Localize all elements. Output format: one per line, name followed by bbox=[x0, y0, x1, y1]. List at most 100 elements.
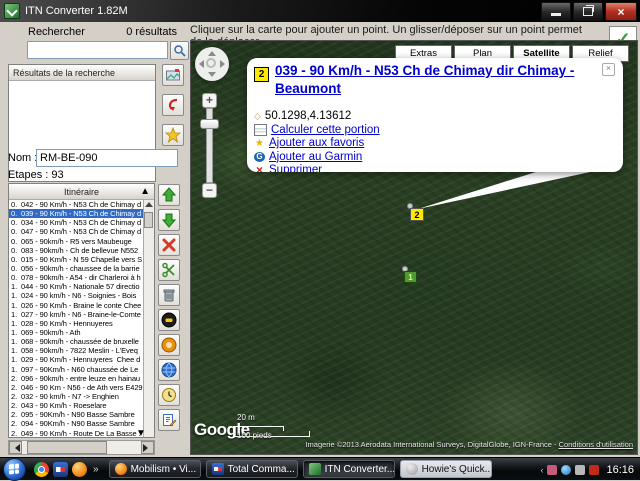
pan-down-icon[interactable] bbox=[208, 72, 216, 77]
speed-camera-dark-button[interactable] bbox=[158, 309, 180, 331]
itinerary-row[interactable]: 0. 056 - 90km/h - chaussee de la barrie bbox=[9, 264, 144, 273]
cut-route-button[interactable] bbox=[158, 259, 180, 281]
reverse-route-button[interactable] bbox=[162, 94, 184, 116]
sort-desc-icon[interactable]: ▼ bbox=[136, 428, 146, 439]
itinerary-row[interactable]: 1. 044 - 90 Km/h - Nationale 57 directio bbox=[9, 282, 144, 291]
sort-asc-icon[interactable]: ▲ bbox=[140, 186, 150, 197]
taskbar-task-button[interactable]: Total Comma... bbox=[206, 460, 298, 478]
itinerary-row[interactable]: 1. 097 - 90Km/h - N60 chaussée de Le bbox=[9, 365, 144, 374]
route-name-input[interactable] bbox=[36, 149, 178, 167]
itinerary-row[interactable]: 2. 032 - 90 km/h - N7 -> Enghien bbox=[9, 392, 144, 401]
scroll-left-button[interactable] bbox=[9, 441, 22, 454]
itinerary-row[interactable]: 0. 042 - 90 Km/h - N53 Ch de Chimay d bbox=[9, 200, 144, 209]
tray-icon-3[interactable] bbox=[575, 465, 585, 475]
itinerary-row[interactable]: 2. 096 - 90km/h - entre leuze en hainau bbox=[9, 374, 144, 383]
pan-left-icon[interactable] bbox=[199, 60, 204, 68]
itinerary-row[interactable]: 2. 049 - 90 Km/h - Route De La Basse : bbox=[9, 429, 144, 437]
reverse-route-icon bbox=[165, 97, 181, 113]
itinerary-row[interactable]: 1. 029 - 90 Km/h - Hennuyeres Chee d bbox=[9, 355, 144, 364]
speed-camera-dark-icon bbox=[161, 312, 177, 328]
itinerary-horizontal-scrollbar[interactable] bbox=[8, 440, 155, 455]
clock-button[interactable] bbox=[158, 384, 180, 406]
itinerary-row[interactable]: 0. 083 - 90km/h - Ch de bellevue N552 bbox=[9, 246, 144, 255]
bubble-action-link[interactable]: Ajouter au Garmin bbox=[269, 151, 362, 163]
chrome-quicklaunch-icon[interactable] bbox=[34, 462, 49, 477]
zoom-in-button[interactable]: + bbox=[202, 93, 217, 108]
search-button[interactable] bbox=[170, 41, 189, 60]
taskbar-clock: 16:16 bbox=[606, 464, 634, 476]
total-commander-quicklaunch-icon[interactable] bbox=[53, 462, 68, 477]
move-up-button[interactable] bbox=[158, 184, 180, 206]
itinerary-row[interactable]: 2. 046 - 90 Km - N56 - de Ath vers E429 bbox=[9, 383, 144, 392]
start-button[interactable] bbox=[3, 458, 26, 481]
itinerary-row[interactable]: 2. 043 - 90 Km/h - Roeselare bbox=[9, 401, 144, 410]
tray-expand-icon[interactable] bbox=[540, 465, 543, 475]
itinerary-row[interactable]: 0. 065 - 90km/h - R5 vers Maubeuge bbox=[9, 237, 144, 246]
pan-up-icon[interactable] bbox=[208, 51, 216, 56]
tray-icon-4[interactable] bbox=[589, 465, 599, 475]
hscrollbar-thumb[interactable] bbox=[27, 441, 107, 454]
itinerary-row[interactable]: 0. 047 - 90 Km/h - N53 Ch de Chimay d bbox=[9, 227, 144, 236]
quicklaunch-overflow-icon[interactable] bbox=[93, 464, 99, 475]
close-button[interactable]: × bbox=[605, 2, 637, 21]
trash-button[interactable] bbox=[158, 284, 180, 306]
zoom-out-button[interactable]: − bbox=[202, 183, 217, 198]
scroll-up-icon[interactable] bbox=[145, 202, 153, 207]
itinerary-row[interactable]: 1. 058 - 90km/h - 7822 Meslin - L'Eveq bbox=[9, 346, 144, 355]
itinerary-row[interactable]: 1. 024 - 90 km/h - N6 - Soignies - Bois bbox=[9, 291, 144, 300]
itinerary-list[interactable]: Itinéraire ▲ 0. 042 - 90 Km/h - N53 Ch d… bbox=[8, 183, 155, 438]
edit-button[interactable] bbox=[158, 409, 180, 431]
task-icon bbox=[212, 463, 224, 475]
itinerary-row[interactable]: 0. 034 - 90 Km/h - N53 Ch de Chimay d bbox=[9, 218, 144, 227]
terms-link[interactable]: Conditions d'utilisation bbox=[559, 440, 633, 449]
pan-center-icon[interactable] bbox=[206, 58, 216, 68]
itinerary-row[interactable]: 2. 095 - 90Km/h - N90 Basse Sambre bbox=[9, 410, 144, 419]
tray-icon-2[interactable] bbox=[561, 465, 571, 475]
itinerary-row[interactable]: 0. 078 - 90km/h - A54 - dir Charleroi à … bbox=[9, 273, 144, 282]
itinerary-row[interactable]: 2. 094 - 90Km/h - N90 Basse Sambre bbox=[9, 419, 144, 428]
map-canvas[interactable]: ExtrasPlanSatelliteRelief + − 2 1 × 2 03… bbox=[190, 40, 638, 455]
scrollbar-thumb[interactable] bbox=[144, 212, 153, 228]
speed-camera-orange-button[interactable] bbox=[158, 334, 180, 356]
map-attribution: Imagerie ©2013 Aerodata International Su… bbox=[305, 440, 558, 449]
bubble-action-link[interactable]: Calculer cette portion bbox=[271, 124, 380, 136]
itinerary-vertical-scrollbar[interactable] bbox=[143, 200, 154, 437]
bubble-title-link[interactable]: 039 - 90 Km/h - N53 Ch de Chimay dir Chi… bbox=[275, 62, 611, 97]
itinerary-row[interactable]: 0. 039 - 90 Km/h - N53 Ch de Chimay d bbox=[9, 209, 144, 218]
zoom-slider-handle[interactable] bbox=[200, 119, 219, 129]
minimize-icon bbox=[551, 13, 561, 16]
taskbar-task-button[interactable]: Howie's Quick... bbox=[400, 460, 492, 478]
tray-icon-1[interactable] bbox=[547, 465, 557, 475]
firefox-quicklaunch-icon[interactable] bbox=[72, 462, 87, 477]
scroll-right-button[interactable] bbox=[141, 441, 154, 454]
pan-right-icon[interactable] bbox=[220, 60, 225, 68]
bubble-action-link[interactable]: Supprimer bbox=[269, 164, 322, 172]
move-down-button[interactable] bbox=[158, 209, 180, 231]
delete-stage-button[interactable] bbox=[158, 234, 180, 256]
favorites-button[interactable] bbox=[162, 124, 184, 146]
itinerary-row[interactable]: 1. 026 - 90 Km/h - Braine le conte Chee bbox=[9, 301, 144, 310]
globe-button[interactable] bbox=[158, 359, 180, 381]
map-marker-2[interactable]: 2 bbox=[410, 208, 424, 221]
scroll-right-icon bbox=[143, 444, 152, 452]
map-marker-1[interactable]: 1 bbox=[404, 271, 417, 283]
minimize-button[interactable] bbox=[541, 2, 571, 21]
scale-imperial-label: 100 pieds bbox=[237, 431, 272, 440]
search-results-count: 0 résultats bbox=[100, 26, 177, 38]
itinerary-row[interactable]: 1. 027 - 90 km/h - N6 - Braine-le-Comte bbox=[9, 310, 144, 319]
map-pan-control[interactable] bbox=[195, 47, 229, 81]
maximize-button[interactable] bbox=[573, 2, 603, 21]
close-icon: × bbox=[617, 6, 624, 18]
itinerary-row[interactable]: 1. 028 - 90 Km/h - Hennuyeres bbox=[9, 319, 144, 328]
itinerary-row[interactable]: 1. 068 - 90km/h - chaussée de bruxelle bbox=[9, 337, 144, 346]
title-bar: ITN Converter 1.82M × bbox=[0, 0, 640, 22]
locate-on-map-button[interactable] bbox=[162, 64, 184, 86]
locate-icon bbox=[165, 67, 181, 83]
itinerary-row[interactable]: 0. 015 - 90 Km/h - N 59 Chapelle vers S bbox=[9, 255, 144, 264]
taskbar-task-button[interactable]: Mobilism • Vi... bbox=[109, 460, 201, 478]
itinerary-row[interactable]: 1. 069 - 90km/h - Ath bbox=[9, 328, 144, 337]
scissors-icon bbox=[161, 262, 177, 278]
taskbar-task-button[interactable]: ITN Converter... bbox=[303, 460, 395, 478]
search-input[interactable] bbox=[27, 41, 168, 59]
bubble-action-link[interactable]: Ajouter aux favoris bbox=[269, 137, 364, 149]
